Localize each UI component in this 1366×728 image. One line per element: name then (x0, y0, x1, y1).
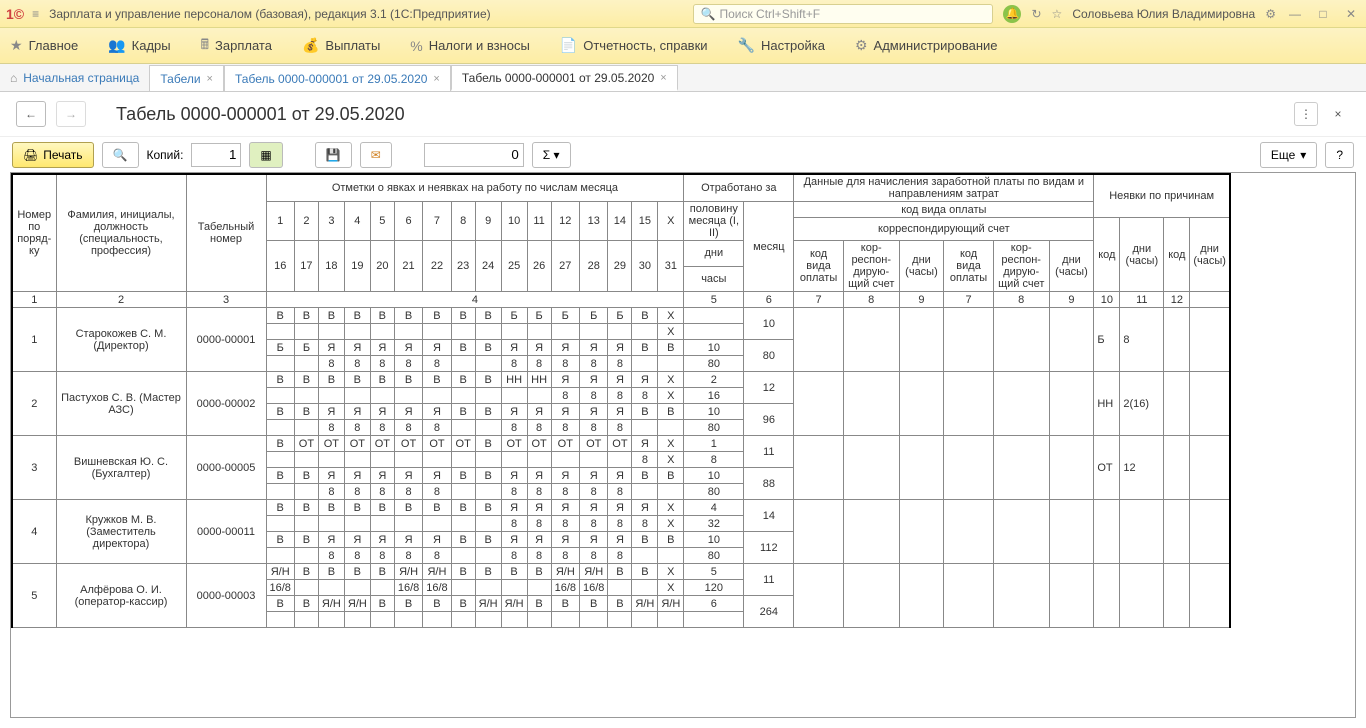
close-icon[interactable]: ✕ (1342, 7, 1360, 21)
page-header: ← → Табель 0000-000001 от 29.05.2020 ⋮ × (0, 92, 1366, 136)
search-icon: 🔍 (700, 7, 715, 21)
more-button[interactable]: Еще ▾ (1260, 142, 1317, 168)
report-icon: 📄 (560, 37, 577, 54)
filter-icon[interactable]: ⚙ (1265, 7, 1276, 21)
tab-bar: ⌂Начальная страница Табели× Табель 0000-… (0, 64, 1366, 92)
menu-icon[interactable]: ≡ (32, 7, 39, 21)
save-button[interactable]: 💾 (315, 142, 352, 168)
bell-icon[interactable]: 🔔 (1003, 5, 1021, 23)
people-icon: 👥 (108, 37, 125, 54)
menu-vyplaty[interactable]: 💰Выплаты (302, 37, 380, 54)
tab-doc1[interactable]: Табель 0000-000001 от 29.05.2020× (224, 65, 451, 91)
preview-button[interactable]: 🔍 (102, 142, 139, 168)
menu-main[interactable]: ★Главное (10, 37, 78, 54)
titlebar: 1© ≡ Зарплата и управление персоналом (б… (0, 0, 1366, 28)
copies-input[interactable] (191, 143, 241, 167)
close-icon[interactable]: × (207, 73, 213, 85)
sum-input[interactable] (424, 143, 524, 167)
calc-icon: 🖩 (201, 34, 209, 58)
menu-nastroyka[interactable]: 🔧Настройка (738, 37, 825, 54)
home-icon: ⌂ (10, 71, 17, 85)
help-button[interactable]: ? (1325, 142, 1354, 168)
select-button[interactable]: ▦ (249, 142, 282, 168)
page-title: Табель 0000-000001 от 29.05.2020 (116, 104, 405, 125)
close-icon[interactable]: × (660, 72, 666, 84)
more-icon[interactable]: ⋮ (1294, 102, 1318, 126)
forward-button[interactable]: → (56, 101, 86, 127)
print-icon: 🖨 (23, 148, 38, 162)
menu-admin[interactable]: ⚙Администрирование (855, 37, 998, 54)
search-icon: 🔍 (113, 148, 128, 162)
menu-zarplata[interactable]: 🖩Зарплата (201, 34, 272, 58)
gear-icon: ⚙ (855, 37, 868, 54)
logo-1c: 1© (6, 6, 24, 22)
main-menu: ★Главное 👥Кадры 🖩Зарплата 💰Выплаты %Нало… (0, 28, 1366, 64)
close-page-icon[interactable]: × (1326, 102, 1350, 126)
app-title: Зарплата и управление персоналом (базова… (49, 7, 693, 21)
star-icon: ★ (10, 37, 23, 54)
print-button[interactable]: 🖨Печать (12, 142, 94, 168)
star-icon[interactable]: ☆ (1052, 7, 1063, 21)
mail-icon: ✉ (371, 148, 381, 162)
menu-kadry[interactable]: 👥Кадры (108, 37, 170, 54)
back-button[interactable]: ← (16, 101, 46, 127)
tab-start[interactable]: ⌂Начальная страница (0, 65, 149, 91)
tab-doc2[interactable]: Табель 0000-000001 от 29.05.2020× (451, 65, 678, 91)
percent-icon: % (410, 38, 422, 54)
email-button[interactable]: ✉ (360, 142, 392, 168)
save-icon: 💾 (326, 148, 341, 162)
copies-label: Копий: (147, 148, 184, 162)
close-icon[interactable]: × (433, 73, 439, 85)
toolbar: 🖨Печать 🔍 Копий: ▦ 💾 ✉ Σ ▾ Еще ▾ ? (0, 136, 1366, 172)
wrench-icon: 🔧 (738, 37, 755, 54)
tab-tabeli[interactable]: Табели× (149, 65, 224, 91)
history-icon[interactable]: ↻ (1031, 7, 1041, 21)
menu-nalogi[interactable]: %Налоги и взносы (410, 38, 530, 54)
minimize-icon[interactable]: — (1286, 7, 1304, 21)
spreadsheet-area[interactable]: Номер по поряд-куФамилия, инициалы, долж… (10, 172, 1356, 718)
maximize-icon[interactable]: □ (1314, 7, 1332, 21)
sum-button[interactable]: Σ ▾ (532, 142, 571, 168)
search-input[interactable]: 🔍 Поиск Ctrl+Shift+F (693, 4, 993, 24)
menu-otchet[interactable]: 📄Отчетность, справки (560, 37, 708, 54)
money-icon: 💰 (302, 37, 319, 54)
user-name[interactable]: Соловьева Юлия Владимировна (1072, 7, 1255, 21)
